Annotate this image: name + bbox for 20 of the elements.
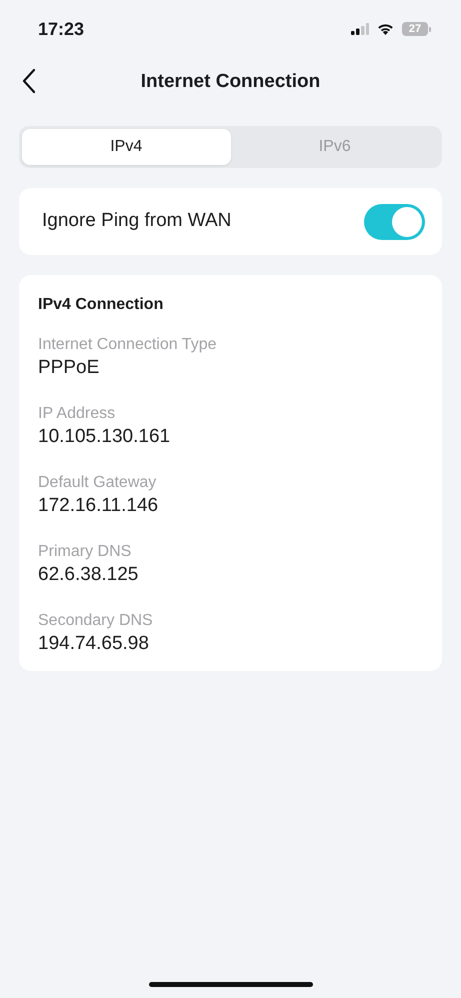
field-value: 62.6.38.125 [38,563,140,587]
field-value: PPPoE [38,356,100,380]
toggle-label: Ignore Ping from WAN [42,209,232,234]
field-label: Default Gateway [38,473,158,493]
wifi-icon [377,23,394,35]
section-title: IPv4 Connection [38,295,164,315]
field-label: Secondary DNS [38,611,154,631]
toggle-switch[interactable] [364,204,425,240]
clock: 17:23 [38,18,84,40]
field-label: Primary DNS [38,542,132,562]
tab[interactable]: IPv4 [22,129,230,165]
field-value: 194.74.65.98 [38,632,150,656]
field-value: 172.16.11.146 [38,494,160,518]
field-label: Internet Connection Type [38,335,218,355]
field-value: 10.105.130.161 [38,425,172,449]
back-button[interactable] [22,68,36,94]
field-label: IP Address [38,404,116,424]
signal-icon [351,23,369,35]
battery-level: 27 [402,22,428,36]
page-title: Internet Connection [140,70,320,94]
